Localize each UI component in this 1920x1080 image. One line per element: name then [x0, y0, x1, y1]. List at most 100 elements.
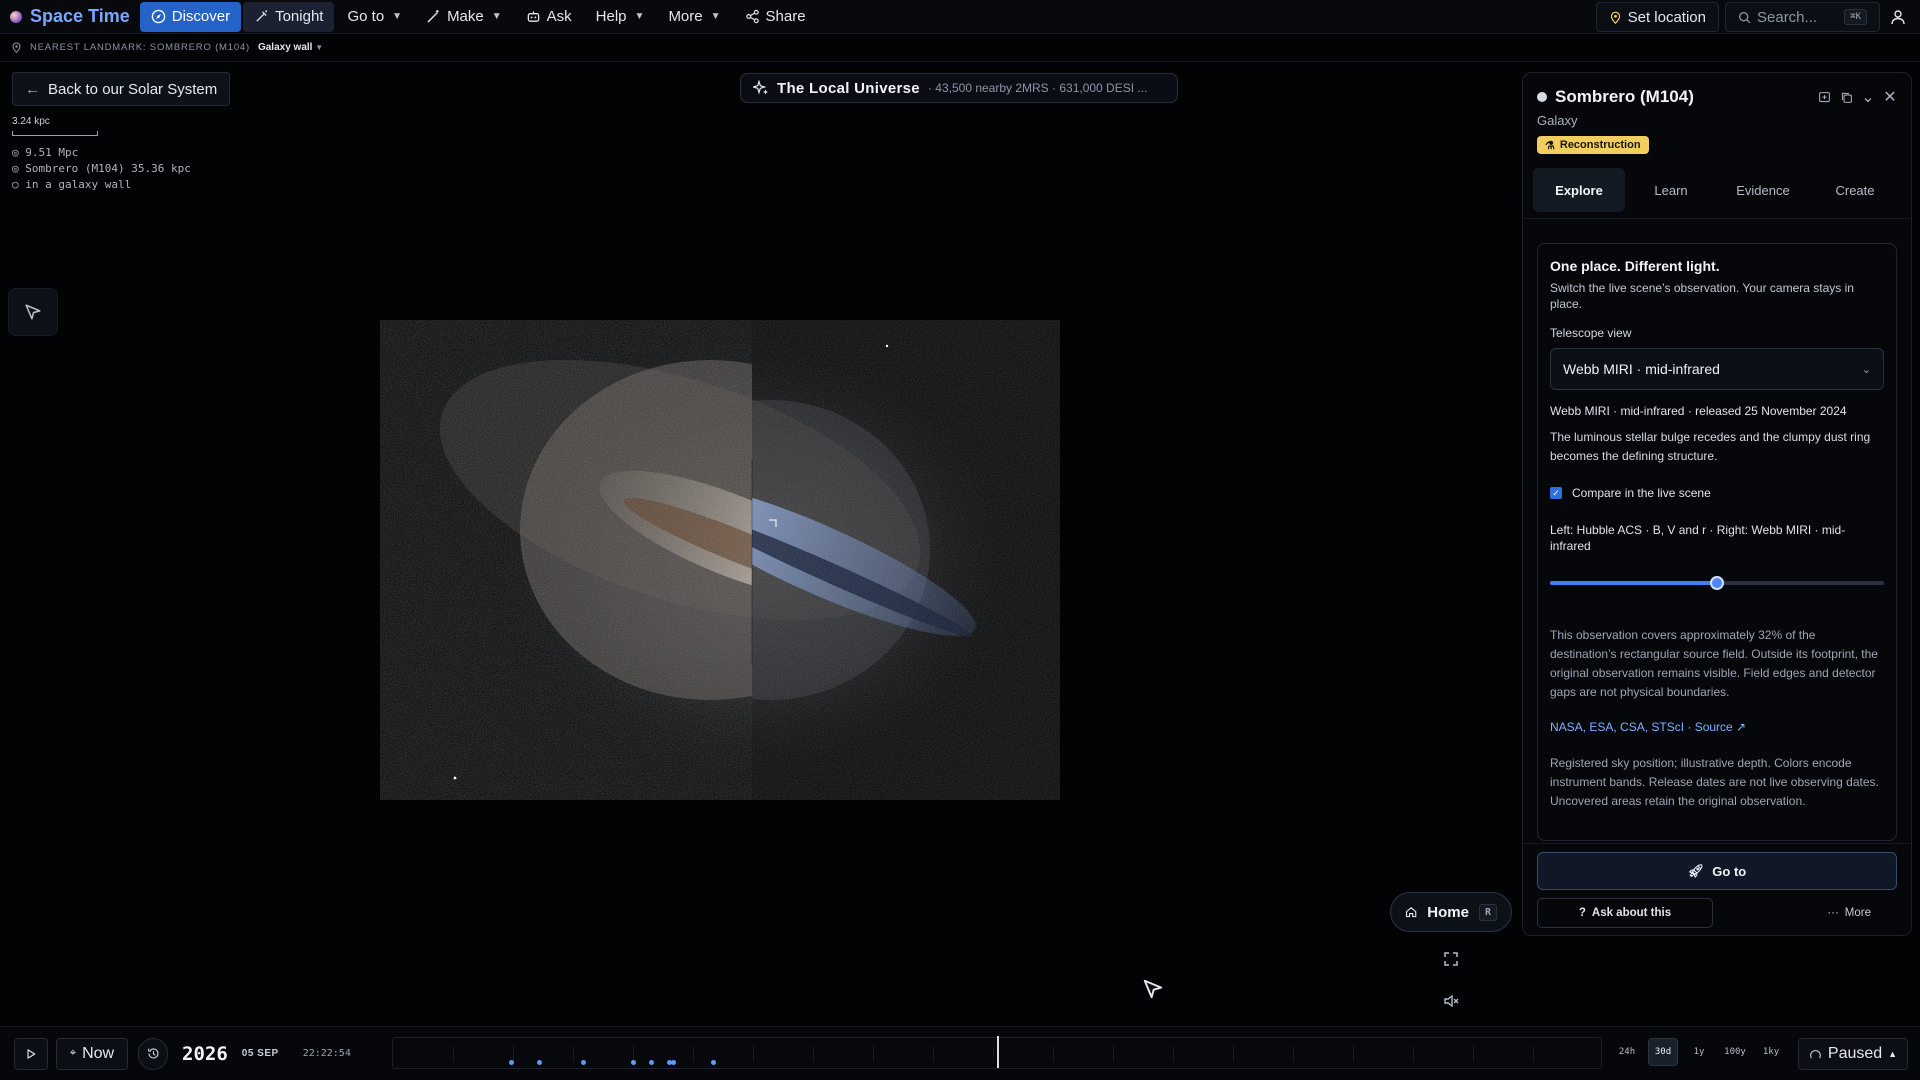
share-label: Share: [765, 8, 806, 25]
magic-wand-icon: [427, 9, 439, 23]
more-actions-button[interactable]: ··· More: [1827, 907, 1871, 919]
share-button[interactable]: Share: [734, 2, 817, 32]
slider-thumb[interactable]: [1710, 576, 1724, 590]
back-label: Back to our Solar System: [48, 80, 218, 98]
mouse-cursor-icon: [1143, 979, 1163, 999]
timeline-tick: [573, 1046, 574, 1062]
compare-toggle[interactable]: ✓ Compare in the live scene: [1550, 486, 1884, 500]
timeline-event-dot[interactable]: [631, 1060, 636, 1065]
set-location-button[interactable]: Set location: [1595, 2, 1719, 32]
more-menu[interactable]: More ▼: [657, 2, 731, 32]
timeline-track[interactable]: [392, 1036, 1602, 1069]
set-location-label: Set location: [1627, 8, 1706, 26]
play-button[interactable]: [14, 1037, 48, 1070]
timeline-playhead[interactable]: [997, 1036, 999, 1068]
credit-source-link[interactable]: NASA, ESA, CSA, STScI · Source ↗: [1550, 720, 1884, 734]
telescope-view-select[interactable]: Webb MIRI · mid-infrared ⌄: [1550, 348, 1884, 390]
timeline-tick: [1053, 1046, 1054, 1062]
now-button[interactable]: ⌖ Now: [56, 1037, 128, 1070]
ask-button[interactable]: Ask: [515, 2, 583, 32]
panel-title-row: Sombrero (M104) ⌄ ✕: [1537, 87, 1897, 107]
copy-icon[interactable]: [1839, 90, 1853, 104]
go-to-label: Go to: [1712, 863, 1747, 879]
timeline-tick: [453, 1046, 454, 1062]
chevron-down-icon: ▼: [634, 11, 645, 22]
discover-button[interactable]: Discover: [139, 1, 242, 32]
now-label: Now: [82, 1044, 115, 1062]
search-shortcut: ⌘K: [1844, 9, 1867, 25]
card-heading: One place. Different light.: [1550, 258, 1720, 274]
timeline-event-dot[interactable]: [509, 1060, 514, 1065]
timeline-event-dot[interactable]: [711, 1060, 716, 1065]
timeline-event-dot[interactable]: [581, 1060, 586, 1065]
search-icon: [1738, 11, 1751, 23]
add-bookmark-icon[interactable]: [1817, 90, 1831, 104]
object-kind: Galaxy: [1537, 113, 1578, 128]
timeline-tick: [873, 1046, 874, 1062]
top-nav-bar: Space Time Discover Tonight Go to ▼ Make…: [0, 0, 1920, 34]
arrow-left-icon: ←: [25, 80, 40, 98]
timeline-tick: [813, 1046, 814, 1062]
zoom-24h[interactable]: 24h: [1612, 1038, 1642, 1066]
timeline-event-dot[interactable]: [649, 1060, 654, 1065]
chevron-down-icon: ▼: [491, 11, 502, 22]
readout-structure: in a galaxy wall: [25, 178, 132, 191]
brand[interactable]: Space Time: [0, 0, 140, 34]
brand-name: Space Time: [30, 6, 130, 26]
close-icon[interactable]: ✕: [1883, 89, 1897, 106]
search-input[interactable]: Search... ⌘K: [1725, 2, 1880, 32]
fullscreen-button[interactable]: [1440, 948, 1462, 970]
back-to-solar-system-button[interactable]: ← Back to our Solar System: [12, 72, 231, 106]
zoom-1ky[interactable]: 1ky: [1756, 1038, 1786, 1066]
sparkles-icon: [753, 80, 768, 95]
ask-about-label: Ask about this: [1591, 907, 1672, 919]
timeline-tick: [753, 1046, 754, 1062]
goto-menu[interactable]: Go to ▼: [336, 2, 413, 32]
current-date: 05 SEP: [241, 1048, 279, 1059]
home-label: Home: [1427, 903, 1469, 921]
galaxy-wall-dropdown[interactable]: Galaxy wall ▼: [258, 42, 323, 53]
dataset-banner[interactable]: The Local Universe · 43,500 nearby 2MRS …: [740, 73, 1178, 103]
collapse-chevron-icon[interactable]: ⌄: [1861, 89, 1875, 106]
play-icon: [27, 1048, 36, 1059]
readout-line: ◎ 9.51 Mpc: [12, 145, 191, 161]
discover-label: Discover: [171, 8, 231, 25]
panel-header: Sombrero (M104) ⌄ ✕ Galaxy ⚗ Reconstruct…: [1523, 73, 1911, 154]
timeline-event-dot[interactable]: [671, 1060, 676, 1065]
compare-label: Compare in the live scene: [1572, 486, 1711, 500]
crosshair-icon: ⌖: [69, 1047, 77, 1059]
make-menu[interactable]: Make ▼: [415, 2, 513, 32]
object-dot-icon: [1537, 92, 1547, 102]
history-button[interactable]: [138, 1037, 168, 1070]
observation-card: One place. Different light. Switch the l…: [1537, 243, 1897, 841]
pointer-tool-button[interactable]: [8, 288, 58, 336]
make-label: Make: [447, 8, 484, 25]
zoom-100y[interactable]: 100y: [1720, 1038, 1750, 1066]
home-button[interactable]: Home R: [1390, 892, 1512, 932]
mute-button[interactable]: [1440, 990, 1462, 1012]
user-account-button[interactable]: [1886, 5, 1910, 29]
go-to-button[interactable]: 🚀︎ Go to: [1537, 852, 1897, 890]
tab-explore[interactable]: Explore: [1533, 168, 1625, 212]
fullscreen-icon: [1444, 952, 1458, 966]
help-menu[interactable]: Help ▼: [585, 2, 656, 32]
tab-create[interactable]: Create: [1809, 168, 1901, 212]
readout-distance: 9.51 Mpc: [25, 146, 79, 159]
tab-learn[interactable]: Learn: [1625, 168, 1717, 212]
nearest-landmark-label: NEAREST LANDMARK: SOMBRERO (M104): [30, 42, 250, 53]
compare-slider[interactable]: [1550, 576, 1884, 590]
zoom-1y[interactable]: 1y: [1684, 1038, 1714, 1066]
tab-evidence[interactable]: Evidence: [1717, 168, 1809, 212]
top-right-controls: Set location Search... ⌘K: [1595, 0, 1920, 34]
home-shortcut: R: [1478, 903, 1497, 921]
playback-status-button[interactable]: Paused ▲: [1798, 1038, 1908, 1070]
timeline-event-dot[interactable]: [537, 1060, 542, 1065]
zoom-30d[interactable]: 30d: [1648, 1038, 1678, 1066]
tonight-button[interactable]: Tonight: [243, 1, 335, 32]
observation-summary: The luminous stellar bulge recedes and t…: [1550, 430, 1871, 463]
ask-about-this-button[interactable]: ? Ask about this: [1537, 898, 1713, 928]
more-label: More: [1844, 907, 1871, 919]
compare-checkbox[interactable]: ✓: [1550, 487, 1562, 499]
telescope-view-value: Webb MIRI · mid-infrared: [1563, 361, 1720, 377]
badge-label: Reconstruction: [1559, 139, 1641, 151]
